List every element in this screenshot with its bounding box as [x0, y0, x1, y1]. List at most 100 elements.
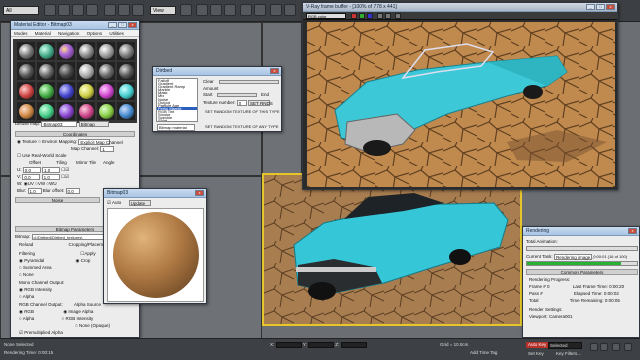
percent-snap-icon[interactable]: [224, 4, 236, 16]
angle-snap-icon[interactable]: [210, 4, 222, 16]
noise-rollout[interactable]: Noise: [15, 197, 100, 203]
key-mode-dropdown[interactable]: Selected: [548, 342, 582, 349]
map-channel-spinner[interactable]: 1: [100, 146, 115, 152]
set-random-button[interactable]: SET RANDOM TEXTURE OF THIS TYPE: [205, 109, 280, 115]
zoom-icon[interactable]: [612, 343, 620, 351]
close-icon[interactable]: x: [606, 4, 615, 10]
z-field[interactable]: [340, 342, 367, 348]
map-type-list-item[interactable]: Splat: [157, 119, 197, 121]
sample-slot[interactable]: [57, 82, 75, 100]
rotate-icon[interactable]: [118, 4, 130, 16]
rendering-titlebar[interactable]: Rendering x: [523, 227, 639, 236]
sample-slot[interactable]: [77, 82, 95, 100]
set-rnds-button[interactable]: SET RNDS: [248, 100, 273, 106]
texture-number-field[interactable]: 0: [236, 100, 247, 106]
maximize-icon[interactable]: □: [118, 22, 127, 28]
sample-slot[interactable]: [17, 82, 35, 100]
close-icon[interactable]: x: [195, 190, 204, 196]
y-field[interactable]: [307, 342, 334, 348]
play-icon[interactable]: [590, 343, 598, 351]
minimize-icon[interactable]: _: [586, 4, 595, 10]
key-filters-button[interactable]: Key Filters...: [556, 351, 581, 357]
viewport-perspective[interactable]: [262, 173, 522, 326]
render-setup-icon[interactable]: [284, 4, 296, 16]
close-icon[interactable]: x: [270, 68, 279, 74]
blur-offset-field[interactable]: 0.0: [65, 188, 80, 194]
green-channel-icon[interactable]: [359, 13, 365, 19]
move-icon[interactable]: [104, 4, 116, 16]
common-params-rollout[interactable]: Common Parameters: [526, 269, 638, 275]
region-render-icon[interactable]: [395, 13, 401, 19]
snap-icon[interactable]: [196, 4, 208, 16]
sample-slot[interactable]: [57, 102, 75, 120]
close-icon[interactable]: x: [628, 228, 637, 234]
sample-slot[interactable]: [117, 42, 135, 60]
frame-buffer-titlebar[interactable]: V-Ray frame buffer - [100% of 778 x 441]…: [303, 3, 617, 12]
v-tile-checkbox[interactable]: ☑: [65, 174, 69, 179]
material-editor-icon[interactable]: [270, 4, 282, 16]
align-icon[interactable]: [254, 4, 266, 16]
set-key-button[interactable]: Set Key: [528, 351, 544, 357]
sample-slot[interactable]: [97, 42, 115, 60]
reference-coord-dropdown[interactable]: View: [150, 6, 176, 15]
sample-slot[interactable]: [57, 62, 75, 80]
sample-slot[interactable]: [77, 62, 95, 80]
clear-image-icon[interactable]: [385, 13, 391, 19]
select-by-name-icon[interactable]: [58, 4, 70, 16]
red-channel-icon[interactable]: [351, 13, 357, 19]
menu-utilities[interactable]: Utilities: [109, 31, 124, 36]
pivot-icon[interactable]: [180, 4, 192, 16]
v-tiling-field[interactable]: 1.0: [41, 174, 60, 180]
mapping-dropdown[interactable]: Explicit Map Channel: [78, 139, 123, 145]
random-texture-titlebar[interactable]: Dirtbed x: [153, 67, 281, 76]
reload-button[interactable]: Reload: [19, 242, 33, 247]
sample-slot[interactable]: [77, 42, 95, 60]
close-icon[interactable]: x: [128, 22, 137, 28]
set-any-button[interactable]: SET RANDOM TEXTURE OF ANY TYPE: [205, 124, 279, 130]
sample-slot[interactable]: [117, 102, 135, 120]
sample-slot[interactable]: [97, 82, 115, 100]
mirror-icon[interactable]: [240, 4, 252, 16]
sample-slot[interactable]: [97, 102, 115, 120]
clear-slider[interactable]: [219, 79, 280, 84]
selection-filter-dropdown[interactable]: All: [3, 6, 39, 15]
map-type-list[interactable]: Falloff Gradient Gradient Ramp Marble Mask Mi…: [156, 78, 198, 122]
save-icon[interactable]: [377, 13, 383, 19]
map-type-button[interactable]: Bitmap: [78, 121, 109, 127]
map-name-field[interactable]: Bitmap03: [41, 121, 78, 127]
menu-options[interactable]: Options: [87, 31, 103, 36]
blur-field[interactable]: 1.0: [27, 188, 42, 194]
sample-slot[interactable]: [97, 62, 115, 80]
material-type-dropdown[interactable]: Bitmap material: [157, 124, 195, 131]
add-time-tag-button[interactable]: Add Time Tag: [470, 350, 497, 356]
maximize-icon[interactable]: □: [596, 4, 605, 10]
menu-modes[interactable]: Modes: [14, 31, 28, 36]
sample-slot[interactable]: [117, 82, 135, 100]
blue-channel-icon[interactable]: [367, 13, 373, 19]
bitmap-preview-titlebar[interactable]: Bitmap03 x: [104, 189, 206, 198]
material-editor-titlebar[interactable]: Material Editor - Bitmap03 _ □ x: [11, 21, 139, 30]
select-object-icon[interactable]: [44, 4, 56, 16]
sample-slot[interactable]: [37, 102, 55, 120]
sample-slot[interactable]: [117, 62, 135, 80]
orbit-icon[interactable]: [624, 343, 632, 351]
sample-slot[interactable]: [17, 102, 35, 120]
sample-slot[interactable]: [77, 102, 95, 120]
window-crossing-icon[interactable]: [86, 4, 98, 16]
menu-navigation[interactable]: Navigation: [58, 31, 79, 36]
sample-slot[interactable]: [57, 42, 75, 60]
sample-slot[interactable]: [37, 82, 55, 100]
u-tile-checkbox[interactable]: ☑: [65, 167, 69, 172]
channel-dropdown[interactable]: RGB color: [306, 13, 346, 19]
start-end-slider[interactable]: [216, 92, 257, 97]
scale-icon[interactable]: [132, 4, 144, 16]
update-button[interactable]: Update: [128, 200, 151, 206]
u-offset-field[interactable]: 0.0: [22, 167, 41, 173]
sample-slot[interactable]: [17, 42, 35, 60]
x-field[interactable]: [275, 342, 302, 348]
next-frame-icon[interactable]: [600, 343, 608, 351]
menu-material[interactable]: Material: [35, 31, 51, 36]
u-tiling-field[interactable]: 1.0: [42, 167, 61, 173]
sample-slot[interactable]: [37, 42, 55, 60]
rect-select-icon[interactable]: [72, 4, 84, 16]
